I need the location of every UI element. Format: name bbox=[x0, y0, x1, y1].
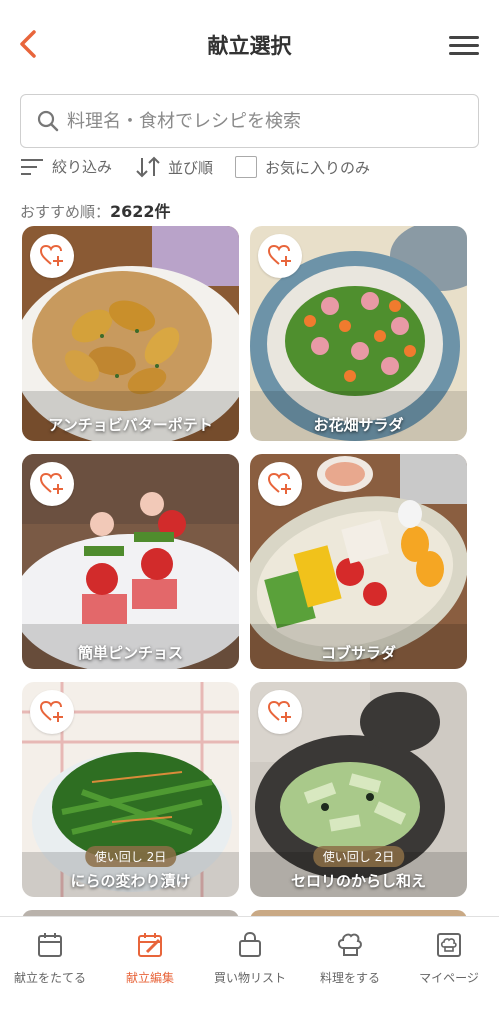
heart-plus-icon bbox=[40, 245, 63, 266]
tab-cook[interactable]: 料理をする bbox=[300, 927, 400, 986]
favorite-button[interactable] bbox=[30, 234, 74, 278]
shopping-bag-icon bbox=[239, 931, 261, 957]
recipe-card[interactable]: 簡単ピンチョス bbox=[22, 454, 239, 669]
favorites-only-toggle[interactable]: お気に入りのみ bbox=[235, 156, 370, 178]
refine-label: 絞り込み bbox=[52, 158, 113, 176]
recipe-card[interactable]: 使い回し 2日 にらの変わり漬け bbox=[22, 682, 239, 897]
favorite-button[interactable] bbox=[30, 690, 74, 734]
recipe-title: セロリのからし和え bbox=[290, 872, 426, 890]
search-box[interactable] bbox=[20, 94, 479, 148]
hamburger-menu-icon[interactable] bbox=[449, 36, 479, 56]
heart-plus-icon bbox=[40, 701, 63, 722]
sort-arrows-icon bbox=[136, 156, 160, 178]
chef-hat-icon bbox=[337, 933, 362, 956]
favorite-button[interactable] bbox=[258, 462, 302, 506]
tab-label: 献立をたてる bbox=[13, 971, 86, 985]
heart-plus-icon bbox=[268, 245, 291, 266]
favorite-button[interactable] bbox=[258, 234, 302, 278]
search-icon bbox=[37, 110, 59, 132]
bottom-tab-bar: 献立をたてる 献立編集 買い物リスト 料理をする マイページ bbox=[0, 916, 499, 1024]
favorites-only-checkbox[interactable] bbox=[235, 156, 257, 178]
tab-label: 買い物リスト bbox=[213, 971, 286, 985]
tab-label: 献立編集 bbox=[125, 971, 174, 985]
tab-mypage[interactable]: マイページ bbox=[399, 927, 499, 986]
sort-order-label: おすすめ順： bbox=[20, 203, 111, 221]
header: 献立選択 bbox=[0, 0, 499, 90]
heart-plus-icon bbox=[40, 473, 63, 494]
recipe-title: アンチョビバターポテト bbox=[48, 416, 213, 434]
calendar-icon bbox=[38, 933, 62, 957]
recipe-title: お花畑サラダ bbox=[313, 416, 404, 434]
search-input[interactable] bbox=[67, 105, 467, 137]
page-title: 献立選択 bbox=[207, 34, 292, 58]
tab-plan-menu[interactable]: 献立をたてる bbox=[0, 927, 100, 986]
sort-label: 並び順 bbox=[168, 158, 214, 177]
result-count: おすすめ順：2622件 bbox=[20, 198, 171, 222]
recipe-title: コブサラダ bbox=[320, 644, 396, 662]
tab-shopping-list[interactable]: 買い物リスト bbox=[200, 927, 300, 986]
recipe-card[interactable]: コブサラダ bbox=[250, 454, 467, 669]
result-count-value: 2622件 bbox=[110, 202, 171, 221]
calendar-edit-icon bbox=[138, 933, 162, 957]
filter-bar: 絞り込み 並び順 お気に入りのみ bbox=[20, 154, 480, 184]
favorite-button[interactable] bbox=[258, 690, 302, 734]
recipe-title: 簡単ピンチョス bbox=[77, 644, 183, 662]
recipe-grid: アンチョビバターポテト お花畑サラダ 簡単ピンチョス コブサラダ 使い回し 2日… bbox=[22, 226, 467, 916]
recipe-card[interactable]: 使い回し 2日 セロリのからし和え bbox=[250, 682, 467, 897]
filter-lines-icon bbox=[21, 158, 43, 175]
mypage-icon bbox=[437, 933, 461, 957]
sort-button[interactable]: 並び順 bbox=[136, 156, 213, 178]
favorites-only-label: お気に入りのみ bbox=[265, 158, 371, 177]
recipe-title: にらの変わり漬け bbox=[70, 872, 191, 890]
heart-plus-icon bbox=[268, 473, 291, 494]
tab-edit-menu[interactable]: 献立編集 bbox=[100, 927, 200, 986]
reuse-badge: 使い回し 2日 bbox=[312, 846, 405, 867]
recipe-card[interactable]: お花畑サラダ bbox=[250, 226, 467, 441]
favorite-button[interactable] bbox=[30, 462, 74, 506]
recipe-card[interactable]: アンチョビバターポテト bbox=[22, 226, 239, 441]
tab-label: マイページ bbox=[419, 971, 479, 985]
refine-button[interactable]: 絞り込み bbox=[20, 156, 112, 177]
reuse-badge: 使い回し 2日 bbox=[84, 846, 177, 867]
heart-plus-icon bbox=[268, 701, 291, 722]
tab-label: 料理をする bbox=[319, 971, 380, 985]
